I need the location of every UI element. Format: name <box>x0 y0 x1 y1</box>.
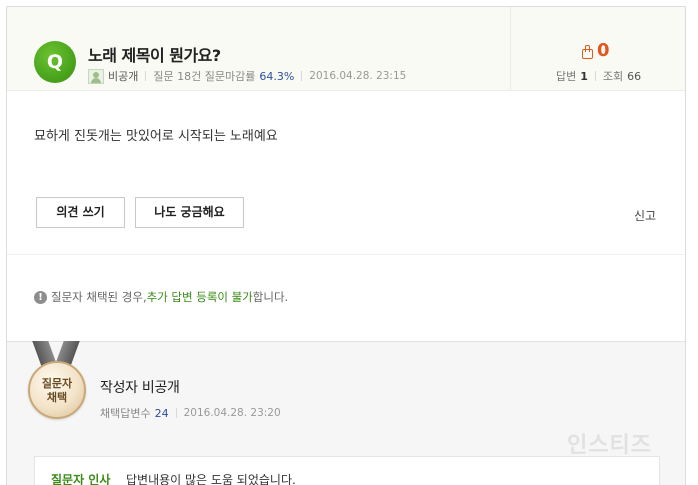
answer-meta: 채택답변수 24 2016.04.28. 23:20 <box>100 405 281 421</box>
answer-author[interactable]: 작성자 비공개 <box>100 377 180 397</box>
thumbs-up-icon <box>581 44 593 59</box>
question-author[interactable]: 비공개 <box>108 68 138 84</box>
answers-label: 답변 <box>556 70 577 83</box>
notice-prefix: 질문자 채택된 경우, <box>51 290 147 304</box>
question-header: Q 노래 제목이 뭔가요? 비공개 질문 18건 질문마감률 64.3% 201… <box>7 7 685 91</box>
medal-line-2: 채택 <box>46 391 68 404</box>
watermark-logo: 인스티즈 <box>567 433 652 458</box>
notice-suffix: 합니다. <box>252 290 289 304</box>
qna-frame: Q 노래 제목이 뭔가요? 비공개 질문 18건 질문마감률 64.3% 201… <box>6 6 686 485</box>
divider <box>145 71 147 81</box>
medal-badge: 질문자 채택 <box>28 361 86 419</box>
avatar-icon <box>88 68 104 84</box>
divider <box>301 71 303 81</box>
views-label: 조회 <box>602 70 624 83</box>
adopted-label: 채택답변수 <box>100 407 151 420</box>
close-rate: 64.3% <box>259 69 295 83</box>
write-opinion-button[interactable]: 의견 쓰기 <box>36 197 125 228</box>
medal-line-1: 질문자 <box>41 377 73 390</box>
divider <box>594 71 596 81</box>
views-count: 66 <box>627 69 642 83</box>
section-divider <box>7 254 685 255</box>
like-counter[interactable]: 0 <box>581 40 610 61</box>
adopted-count: 24 <box>154 406 169 420</box>
question-badge-icon: Q <box>34 41 76 83</box>
divider <box>175 408 177 418</box>
adopted-medal-icon: 질문자 채택 <box>27 341 87 423</box>
thanks-text: 답변내용이 많은 도움 되었습니다. <box>126 473 296 485</box>
answer-view-counts: 답변 1 조회 66 <box>556 68 641 84</box>
questioner-thanks-box: 질문자 인사 답변내용이 많은 도움 되었습니다. <box>34 456 660 485</box>
notice-highlight: 추가 답변 등록이 불가 <box>146 290 253 304</box>
question-title[interactable]: 노래 제목이 뭔가요? <box>88 42 221 66</box>
adoption-notice: ! 질문자 채택된 경우, 추가 답변 등록이 불가 합니다. <box>34 289 288 305</box>
question-meta: 비공개 질문 18건 질문마감률 64.3% 2016.04.28. 23:15 <box>88 68 406 84</box>
question-body: 묘하게 진돗개는 맛있어로 시작되는 노래예요 <box>34 129 278 144</box>
thanks-label: 질문자 인사 <box>51 473 111 485</box>
question-date: 2016.04.28. 23:15 <box>309 70 407 82</box>
answer-date: 2016.04.28. 23:20 <box>183 407 281 419</box>
report-link[interactable]: 신고 <box>634 207 656 224</box>
me-too-curious-button[interactable]: 나도 궁금해요 <box>135 197 244 228</box>
question-stats: 질문 18건 질문마감률 <box>153 70 256 83</box>
like-count: 0 <box>597 40 610 61</box>
answers-count: 1 <box>580 69 588 83</box>
info-icon: ! <box>34 290 47 304</box>
question-stats-panel: 0 답변 1 조회 66 <box>510 7 685 91</box>
